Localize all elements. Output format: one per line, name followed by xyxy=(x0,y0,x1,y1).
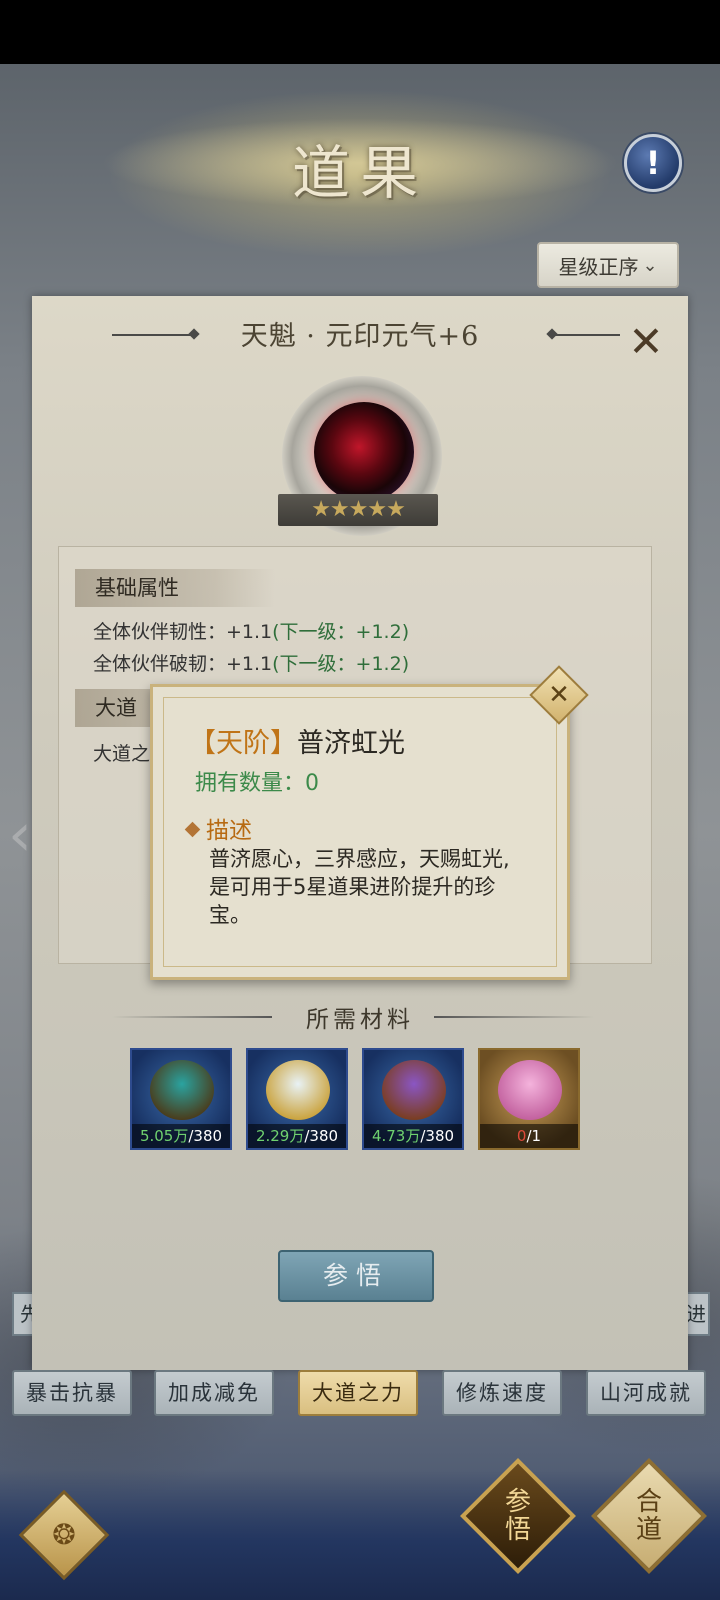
close-icon: ✕ xyxy=(548,680,570,710)
divider xyxy=(434,1016,594,1018)
unite-label-bottom: 道 xyxy=(635,1515,662,1545)
unite-label-top: 合 xyxy=(635,1487,662,1517)
page-title: 道果 xyxy=(291,139,428,207)
attr-line-2: 全体伙伴破韧：+1.1(下一级：+1.2) xyxy=(93,653,410,675)
tab-dao-power[interactable]: 大道之力 xyxy=(298,1370,418,1416)
material-count: 4.73万/380 xyxy=(364,1124,462,1148)
tab-achievements[interactable]: 山河成就 xyxy=(586,1370,706,1416)
prev-arrow-icon[interactable]: ‹ xyxy=(8,800,32,870)
base-attr-label: 基础属性 xyxy=(75,569,275,607)
item-tooltip: 【天阶】普济虹光 拥有数量：0 描述 普济愿心，三界感应，天赐虹光,是可用于5星… xyxy=(150,684,570,980)
enlighten-button[interactable]: 参悟 xyxy=(278,1250,434,1302)
panel-header: 天魁 · 元印元气+6 ✕ xyxy=(32,314,688,363)
material-icon xyxy=(150,1060,214,1120)
material-icon xyxy=(382,1060,446,1120)
help-icon[interactable]: ! xyxy=(624,134,682,192)
tooltip-owned-count: 拥有数量：0 xyxy=(195,771,319,796)
sort-label: 星级正序 xyxy=(558,254,639,279)
category-tabs: 暴击抗暴 加成减免 大道之力 修炼速度 山河成就 xyxy=(0,1370,720,1418)
enlighten-nav-label-bottom: 悟 xyxy=(504,1515,531,1545)
material-slot-4[interactable]: 0/1 xyxy=(478,1048,580,1150)
divider xyxy=(554,334,620,336)
back-icon: ❂ xyxy=(52,1518,76,1551)
attr-line-1: 全体伙伴韧性：+1.1(下一级：+1.2) xyxy=(93,621,410,643)
sort-dropdown[interactable]: 星级正序 ⌄ xyxy=(537,242,679,288)
tab-cultivation-speed[interactable]: 修炼速度 xyxy=(442,1370,562,1416)
material-slot-3[interactable]: 4.73万/380 xyxy=(362,1048,464,1150)
material-count: 0/1 xyxy=(480,1124,578,1148)
material-slot-1[interactable]: 5.05万/380 xyxy=(130,1048,232,1150)
close-icon[interactable]: ✕ xyxy=(626,321,666,363)
dao-line: 大道之 xyxy=(93,743,151,765)
dao-fruit-icon xyxy=(314,402,414,502)
material-count: 5.05万/380 xyxy=(132,1124,230,1148)
material-slot-2[interactable]: 2.29万/380 xyxy=(246,1048,348,1150)
material-count: 2.29万/380 xyxy=(248,1124,346,1148)
chevron-down-icon: ⌄ xyxy=(642,254,658,276)
enlighten-nav-label-top: 参 xyxy=(504,1487,531,1517)
tab-crit[interactable]: 暴击抗暴 xyxy=(12,1370,132,1416)
star-rating: ★★★★★ xyxy=(278,494,438,526)
material-icon xyxy=(266,1060,330,1120)
status-bar xyxy=(0,0,720,64)
tooltip-description: 普济愿心，三界感应，天赐虹光,是可用于5星道果进阶提升的珍宝。 xyxy=(209,847,510,927)
tooltip-desc-label: 描述 xyxy=(184,811,252,845)
tab-bonus[interactable]: 加成减免 xyxy=(154,1370,274,1416)
materials-header: 所需材料 xyxy=(32,1000,688,1034)
tooltip-item-name: 【天阶】普济虹光 xyxy=(189,728,405,759)
lotus-icon xyxy=(498,1060,562,1120)
diamond-bullet-icon xyxy=(184,821,201,838)
